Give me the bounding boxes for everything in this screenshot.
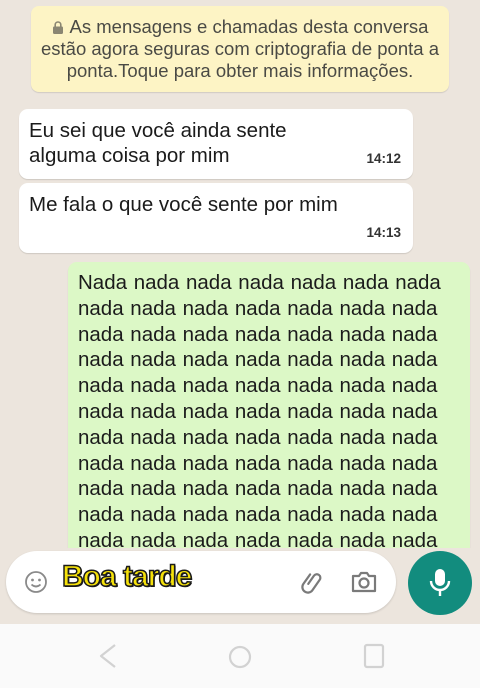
home-icon[interactable] xyxy=(227,644,253,675)
message-text: Nada nada nada nada nada nada nada nada … xyxy=(78,271,441,548)
message-text: Eu sei que você ainda sente alguma coisa… xyxy=(29,119,287,167)
microphone-icon xyxy=(429,569,451,596)
back-icon[interactable] xyxy=(96,642,120,675)
encryption-notice[interactable]: As mensagens e chamadas desta conversa e… xyxy=(31,6,449,92)
lock-icon xyxy=(52,21,64,34)
recent-apps-icon[interactable] xyxy=(362,642,386,675)
camera-icon[interactable] xyxy=(350,570,378,594)
message-incoming[interactable]: Eu sei que você ainda sente alguma coisa… xyxy=(19,109,413,179)
system-navigation-bar xyxy=(0,624,480,688)
message-time: 14:13 xyxy=(366,225,401,240)
encryption-notice-text: As mensagens e chamadas desta conversa e… xyxy=(41,16,439,81)
message-text: Me fala o que você sente por mim xyxy=(29,193,338,216)
emoji-icon[interactable] xyxy=(24,570,48,594)
sticker-overlay-text: Boa tarde xyxy=(61,559,193,594)
message-outgoing[interactable]: Nada nada nada nada nada nada nada nada … xyxy=(68,262,470,548)
paperclip-icon[interactable] xyxy=(300,569,326,595)
microphone-button[interactable] xyxy=(408,551,472,615)
chat-area[interactable]: As mensagens e chamadas desta conversa e… xyxy=(0,0,480,548)
message-composer[interactable]: Boa tarde xyxy=(6,551,396,613)
message-incoming[interactable]: Me fala o que você sente por mim 14:13 xyxy=(19,183,413,253)
message-time: 14:12 xyxy=(366,151,401,166)
